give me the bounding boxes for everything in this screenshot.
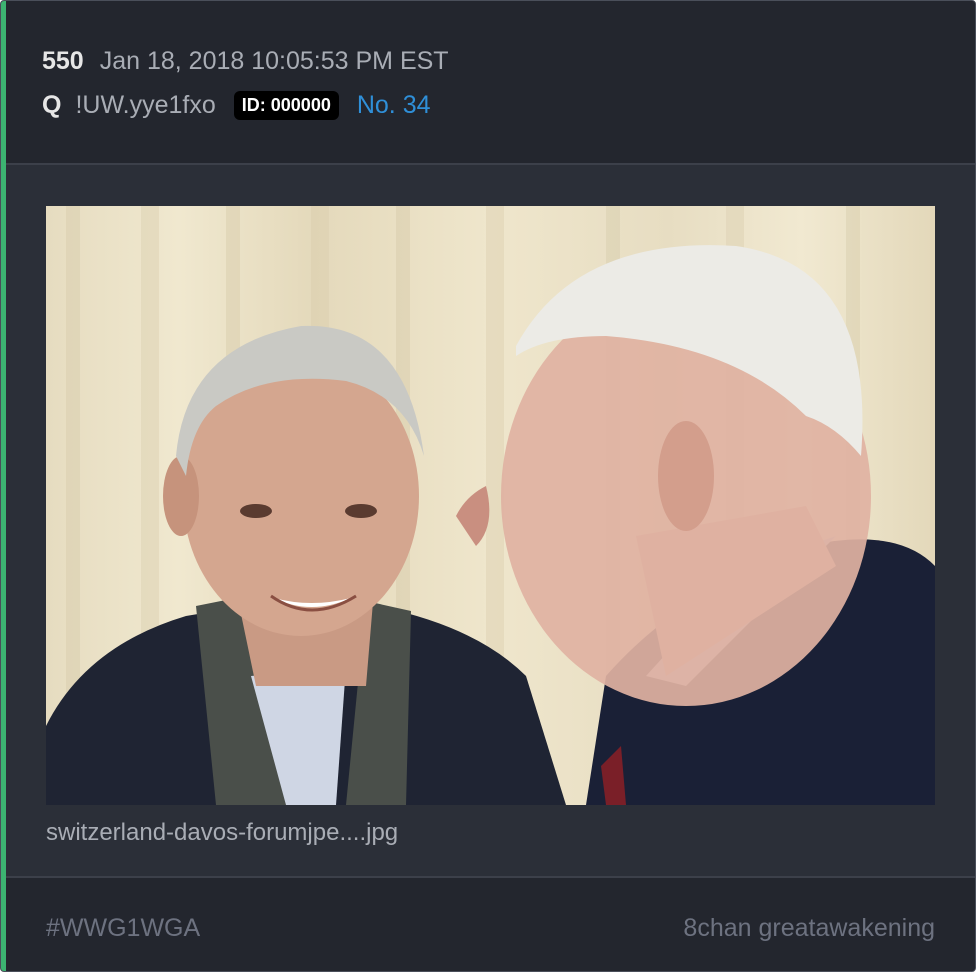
attachment-filename[interactable]: switzerland-davos-forumjpe....jpg xyxy=(46,819,398,847)
hashtag: #WWG1WGA xyxy=(46,914,201,942)
attached-photo[interactable] xyxy=(46,206,935,805)
post-meta-row: 550 Jan 18, 2018 10:05:53 PM EST xyxy=(42,47,449,76)
post-author-row: Q !UW.yye1fxo ID: 000000 No. 34 xyxy=(42,91,431,120)
post-header: 550 Jan 18, 2018 10:05:53 PM EST Q !UW.y… xyxy=(6,1,975,165)
post-footer: #WWG1WGA 8chan greatawakening xyxy=(6,876,975,971)
post-author: Q xyxy=(42,91,62,119)
post-timestamp: Jan 18, 2018 10:05:53 PM EST xyxy=(99,47,449,75)
source-label: 8chan greatawakening xyxy=(683,914,935,942)
post-link[interactable]: No. 34 xyxy=(357,91,431,120)
post-card: 550 Jan 18, 2018 10:05:53 PM EST Q !UW.y… xyxy=(0,0,976,972)
id-badge: ID: 000000 xyxy=(233,91,339,120)
post-tripcode: !UW.yye1fxo xyxy=(75,91,216,119)
post-number: 550 xyxy=(42,47,84,75)
photo-illustration xyxy=(46,206,935,805)
post-body: switzerland-davos-forumjpe....jpg xyxy=(6,165,975,876)
